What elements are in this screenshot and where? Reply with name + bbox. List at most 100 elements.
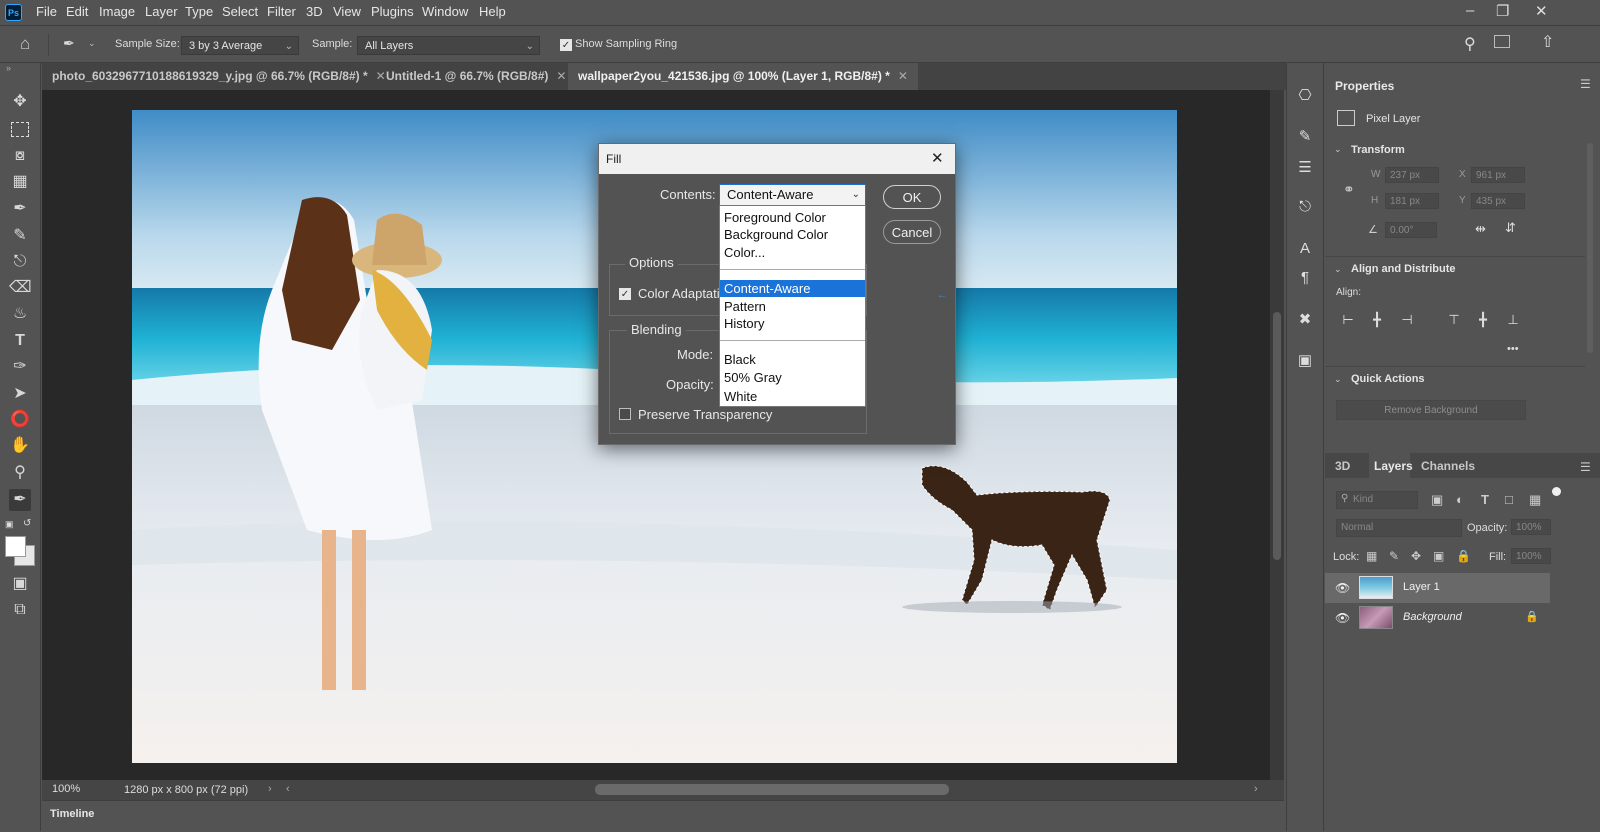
minimize-icon[interactable]: –: [1466, 2, 1474, 19]
panel-menu-icon[interactable]: ☰: [1580, 77, 1591, 91]
blend-mode-select[interactable]: Normal: [1336, 519, 1462, 537]
type-tool-icon[interactable]: T: [9, 330, 31, 352]
align-bottom-icon[interactable]: ⊥: [1506, 313, 1520, 327]
align-vertical-center-icon[interactable]: ╋: [1476, 313, 1490, 327]
chevron-down-icon[interactable]: ⌄: [88, 38, 96, 49]
libraries-icon[interactable]: ▣: [1295, 351, 1315, 371]
quick-mask-icon[interactable]: ▣: [9, 573, 31, 595]
option-background-color[interactable]: Background Color: [720, 226, 865, 243]
search-icon[interactable]: ⚲: [1464, 34, 1476, 54]
adjustment-filter-icon[interactable]: ◐: [1456, 492, 1464, 507]
menu-file[interactable]: File: [36, 4, 57, 19]
tab-channels[interactable]: Channels: [1421, 459, 1475, 473]
type-filter-icon[interactable]: T: [1481, 492, 1489, 507]
menu-view[interactable]: View: [333, 4, 361, 19]
option-content-aware[interactable]: Content-Aware: [720, 280, 865, 297]
clone-source-icon[interactable]: ⎋: [1295, 197, 1315, 217]
option-color[interactable]: Color...: [720, 244, 865, 261]
width-field[interactable]: 237 px: [1385, 167, 1439, 183]
menu-window[interactable]: Window: [422, 4, 468, 19]
x-field[interactable]: 961 px: [1471, 167, 1525, 183]
close-tab-icon[interactable]: ✕: [898, 69, 908, 83]
menu-image[interactable]: Image: [99, 4, 135, 19]
option-pattern[interactable]: Pattern: [720, 298, 865, 315]
shape-filter-icon[interactable]: □: [1505, 492, 1513, 507]
flip-horizontal-icon[interactable]: ⇹: [1475, 221, 1486, 237]
color-adaptation-checkbox[interactable]: ✓: [619, 288, 631, 300]
show-sampling-ring-checkbox[interactable]: ✓: [560, 39, 572, 51]
path-selection-tool-icon[interactable]: ➤: [9, 383, 31, 405]
link-icon[interactable]: ⚭: [1343, 181, 1355, 198]
lock-transparent-icon[interactable]: ▦: [1366, 549, 1377, 563]
swap-colors-icon[interactable]: ↺: [23, 518, 31, 529]
tab-wallpaper[interactable]: wallpaper2you_421536.jpg @ 100% (Layer 1…: [568, 63, 918, 90]
layers-menu-icon[interactable]: ☰: [1580, 460, 1591, 474]
crop-tool-icon[interactable]: ✒: [9, 198, 31, 220]
lock-position-icon[interactable]: ✥: [1411, 549, 1421, 563]
menu-edit[interactable]: Edit: [66, 4, 88, 19]
tools-preset-icon[interactable]: ✖: [1295, 310, 1315, 330]
properties-scrollbar[interactable]: [1587, 143, 1593, 353]
paragraph-icon[interactable]: ¶: [1295, 268, 1315, 288]
default-colors-icon[interactable]: ▣: [5, 519, 14, 530]
lock-artboard-icon[interactable]: ▣: [1433, 549, 1444, 563]
tab-untitled[interactable]: Untitled-1 @ 66.7% (RGB/8#) ✕: [376, 63, 576, 90]
menu-3d[interactable]: 3D: [306, 4, 323, 19]
layer-name[interactable]: Layer 1: [1403, 581, 1440, 593]
menu-type[interactable]: Type: [185, 4, 213, 19]
chevron-down-icon[interactable]: ⌄: [1334, 264, 1342, 275]
scroll-left-icon[interactable]: ‹: [286, 783, 290, 795]
flip-vertical-icon[interactable]: ⇵: [1505, 220, 1516, 236]
zoom-level[interactable]: 100%: [52, 783, 80, 795]
lock-image-icon[interactable]: ✎: [1389, 549, 1399, 563]
chevron-down-icon[interactable]: ⌄: [1334, 374, 1342, 385]
lasso-tool-icon[interactable]: ⧇: [9, 145, 31, 167]
cancel-button[interactable]: Cancel: [883, 220, 941, 244]
angle-field[interactable]: 0.00°: [1385, 222, 1437, 238]
ellipse-tool-icon[interactable]: ⭕: [9, 409, 31, 431]
y-field[interactable]: 435 px: [1471, 193, 1525, 209]
home-icon[interactable]: ⌂: [20, 34, 30, 54]
menu-help[interactable]: Help: [479, 4, 506, 19]
smart-object-filter-icon[interactable]: ▦: [1529, 492, 1541, 508]
align-left-icon[interactable]: ⊢: [1341, 313, 1355, 327]
horizontal-scroll-thumb[interactable]: [595, 784, 949, 795]
scroll-right-icon[interactable]: ›: [1254, 783, 1258, 795]
option-50-gray[interactable]: 50% Gray: [720, 369, 865, 386]
layer-row-layer-1[interactable]: 👁 Layer 1: [1325, 573, 1550, 603]
height-field[interactable]: 181 px: [1385, 193, 1439, 209]
tab-photo[interactable]: photo_6032967710188619329_y.jpg @ 66.7% …: [42, 63, 396, 90]
menu-select[interactable]: Select: [222, 4, 258, 19]
screen-mode-icon[interactable]: ⧉: [9, 599, 31, 621]
layer-row-background[interactable]: 👁 Background 🔒: [1325, 603, 1550, 633]
paint-bucket-tool-icon[interactable]: ♨: [9, 303, 31, 325]
align-top-icon[interactable]: ⊤: [1447, 313, 1461, 327]
align-right-icon[interactable]: ⊣: [1400, 313, 1414, 327]
layer-name[interactable]: Background: [1403, 611, 1462, 623]
adjustments-icon[interactable]: ☰: [1295, 158, 1315, 178]
tab-properties[interactable]: Properties: [1325, 73, 1394, 100]
foreground-color-swatch[interactable]: [5, 536, 26, 557]
ok-button[interactable]: OK: [883, 185, 941, 209]
fill-field[interactable]: 100%: [1511, 548, 1551, 564]
pen-tool-icon[interactable]: ✑: [9, 356, 31, 378]
remove-background-button[interactable]: Remove Background: [1336, 400, 1526, 420]
visibility-eye-icon[interactable]: 👁: [1335, 581, 1350, 595]
eyedropper-tool-icon[interactable]: ✒: [9, 489, 31, 511]
vertical-scroll-thumb[interactable]: [1273, 312, 1281, 560]
chevron-right-icon[interactable]: ›: [268, 783, 272, 795]
timeline-title[interactable]: Timeline: [50, 808, 94, 820]
zoom-tool-icon[interactable]: ⚲: [9, 462, 31, 484]
collapse-icon[interactable]: »: [6, 63, 11, 73]
vertical-scrollbar[interactable]: [1270, 90, 1284, 780]
share-icon[interactable]: ⇧: [1541, 32, 1554, 52]
restore-icon[interactable]: ❐: [1496, 2, 1509, 20]
option-black[interactable]: Black: [720, 351, 865, 368]
align-horizontal-center-icon[interactable]: ╋: [1370, 313, 1384, 327]
hand-tool-icon[interactable]: ✋: [9, 435, 31, 457]
sample-select[interactable]: All Layers ⌄: [357, 36, 540, 55]
contents-select[interactable]: Content-Aware ⌄: [719, 184, 866, 206]
brush-settings-icon[interactable]: ✎: [1295, 127, 1315, 147]
opacity-field[interactable]: 100%: [1511, 519, 1551, 535]
tab-3d[interactable]: 3D: [1335, 459, 1350, 473]
